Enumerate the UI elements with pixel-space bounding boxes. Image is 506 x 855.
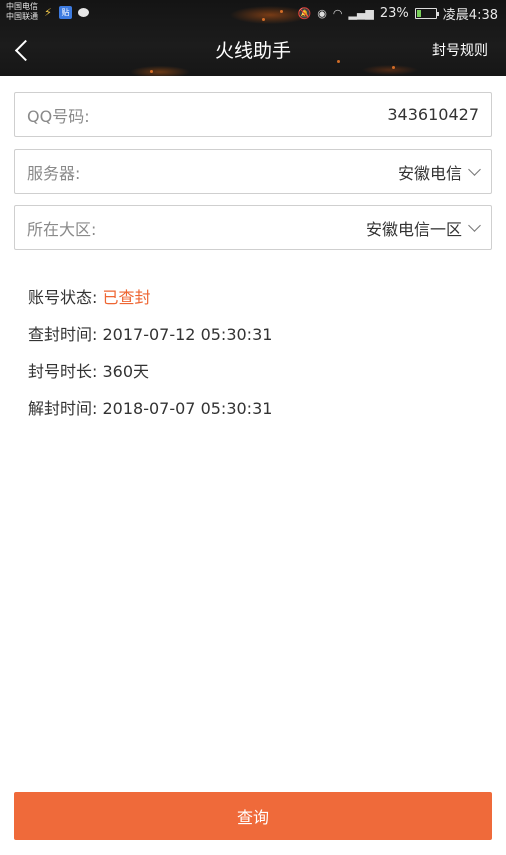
battery-icon [414, 7, 439, 19]
unban-time-value: 2018-07-07 05:30:31 [102, 399, 273, 418]
back-button[interactable] [6, 34, 42, 68]
chat-icon [77, 6, 90, 19]
query-button[interactable]: 查询 [14, 792, 492, 840]
battery-fill [416, 9, 421, 17]
account-status-label: 账号状态: [28, 288, 98, 307]
tieba-icon: 贴 [59, 6, 72, 19]
qq-number-label: QQ号码: [27, 106, 90, 126]
bolt-icon: ⚡ [44, 6, 52, 19]
signal-icon: ▂▄▆ [348, 6, 374, 20]
ban-duration-row: 封号时长: 360天 [28, 358, 149, 382]
region-select[interactable]: 所在大区: 安徽电信一区 [14, 205, 492, 250]
ban-duration-value: 360天 [102, 362, 150, 381]
server-select[interactable]: 服务器: 安徽电信 [14, 149, 492, 194]
region-value: 安徽电信一区 [365, 219, 462, 239]
unban-time-row: 解封时间: 2018-07-07 05:30:31 [28, 395, 272, 419]
page-title: 火线助手 [214, 40, 291, 62]
ban-duration-label: 封号时长: [28, 362, 98, 381]
ban-time-row: 查封时间: 2017-07-12 05:30:31 [28, 321, 272, 345]
chevron-down-icon [468, 162, 481, 176]
title-bar: 火线助手 封号规则 [0, 26, 506, 76]
top-bar: 中国电信 中国联通 ⚡ 贴 🔕 ◉ ◠ ▂▄▆ 23% 凌晨4:38 火线助手 [0, 0, 506, 76]
account-status-value: 已查封 [102, 288, 151, 307]
ban-time-label: 查封时间: [28, 325, 98, 344]
battery-percent: 23% [379, 5, 409, 21]
ban-time-value: 2017-07-12 05:30:31 [102, 325, 273, 344]
carrier-1: 中国电信 [6, 2, 38, 11]
status-bar: 中国电信 中国联通 ⚡ 贴 🔕 ◉ ◠ ▂▄▆ 23% 凌晨4:38 [0, 0, 506, 26]
chevron-down-icon [468, 218, 481, 232]
qq-number-field[interactable]: QQ号码: [14, 92, 492, 137]
server-value: 安徽电信 [397, 163, 462, 183]
ban-rules-link[interactable]: 封号规则 [432, 26, 488, 76]
clock: 凌晨4:38 [442, 7, 498, 23]
qq-number-input[interactable] [239, 105, 479, 124]
status-right: 🔕 ◉ ◠ ▂▄▆ 23% 凌晨4:38 [297, 4, 498, 23]
wifi-icon: ◠ [332, 6, 343, 20]
unban-time-label: 解封时间: [28, 399, 98, 418]
carrier-labels: 中国电信 中国联通 [6, 2, 38, 22]
account-status-row: 账号状态: 已查封 [28, 284, 151, 308]
screen: 中国电信 中国联通 ⚡ 贴 🔕 ◉ ◠ ▂▄▆ 23% 凌晨4:38 火线助手 [0, 0, 506, 855]
eye-icon: ◉ [317, 6, 327, 20]
mute-icon: 🔕 [297, 6, 312, 20]
region-label: 所在大区: [27, 219, 97, 239]
carrier-2: 中国联通 [6, 12, 38, 21]
server-label: 服务器: [27, 163, 81, 183]
